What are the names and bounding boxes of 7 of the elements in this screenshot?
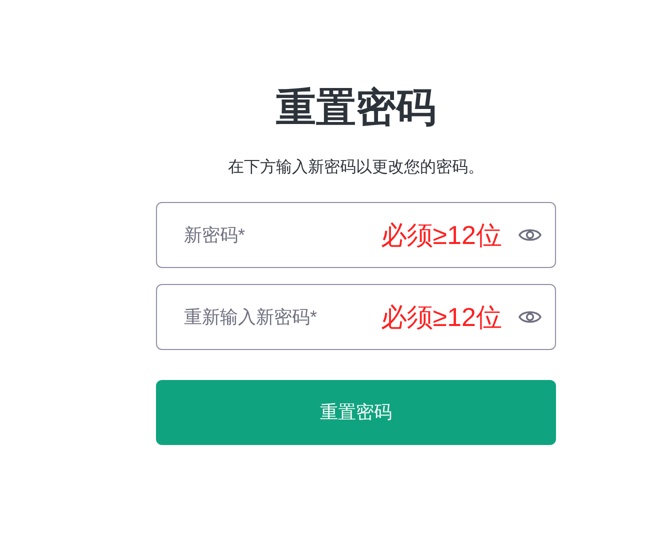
reset-password-button[interactable]: 重置密码 bbox=[156, 380, 556, 445]
show-password-icon[interactable] bbox=[518, 227, 542, 243]
page-title: 重置密码 bbox=[276, 85, 436, 132]
show-password-icon[interactable] bbox=[518, 309, 542, 325]
requirement-note: 必须≥12位 bbox=[380, 300, 502, 334]
instruction-text: 在下方输入新密码以更改您的密码。 bbox=[228, 158, 484, 178]
requirement-note: 必须≥12位 bbox=[380, 218, 502, 252]
